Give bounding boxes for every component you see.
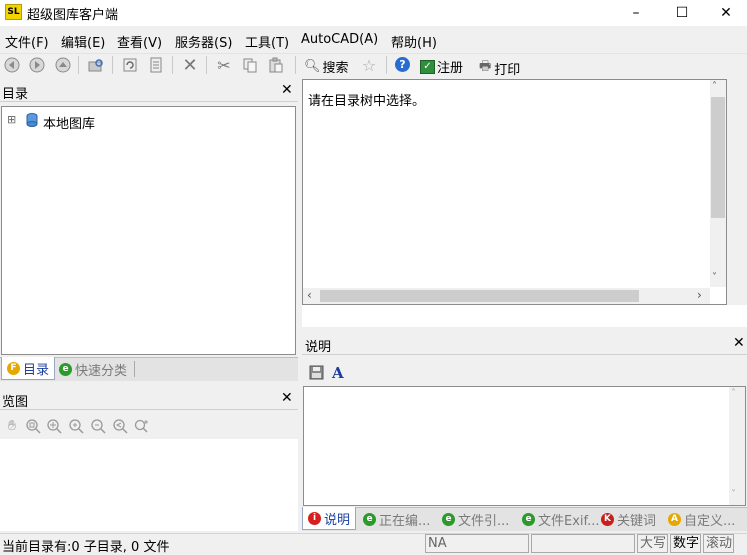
scroll-up-icon[interactable]: ˄ — [712, 81, 717, 92]
catalog-tab-icon: F — [7, 361, 20, 375]
preview-hscroll-thumb[interactable] — [320, 290, 639, 302]
minimize-button[interactable]: – — [613, 0, 659, 26]
print-label: 打印 — [494, 62, 521, 78]
status-scroll: 滚动 — [703, 534, 734, 553]
overview-canvas[interactable] — [0, 439, 298, 531]
zoom-extents-icon[interactable] — [45, 417, 63, 435]
scroll-left-icon[interactable]: ‹ — [307, 288, 312, 302]
description-vscrollbar[interactable] — [729, 387, 745, 505]
description-panel-title: 说明 — [305, 340, 332, 355]
delete-icon[interactable]: ✕ — [181, 55, 199, 76]
cut-icon[interactable]: ✂ — [215, 56, 233, 75]
preview-vscroll-thumb[interactable] — [711, 97, 725, 218]
tab-description[interactable]: i 说明 — [302, 507, 357, 530]
back-icon[interactable] — [3, 56, 21, 74]
scroll-down-icon[interactable]: ˅ — [712, 272, 717, 283]
window-title: 超级图库客户端 — [27, 8, 119, 23]
title-bar: SL 超级图库客户端 – ☐ ✕ — [0, 0, 747, 26]
status-caps: 大写 — [637, 534, 668, 553]
zoom-previous-icon[interactable] — [111, 417, 129, 435]
description-panel-header — [302, 333, 747, 355]
help-icon[interactable]: ? — [395, 57, 410, 72]
catalog-tree[interactable] — [1, 106, 296, 355]
search-icon: 🔍︎ — [304, 59, 321, 74]
favorite-icon[interactable]: ☆ — [360, 56, 378, 75]
search-button[interactable]: 🔍︎ 搜索 — [304, 57, 349, 76]
preview-pane — [302, 79, 727, 305]
status-na: NA — [425, 534, 529, 553]
menu-server[interactable]: 服务器(S) — [175, 32, 232, 51]
description-close-icon[interactable]: ✕ — [733, 335, 745, 351]
maximize-button[interactable]: ☐ — [659, 0, 705, 26]
tab-file-ref[interactable]: e 文件引... — [437, 508, 514, 530]
database-icon — [25, 112, 39, 132]
menu-view[interactable]: 查看(V) — [117, 32, 162, 51]
pan-hand-icon[interactable]: ✋︎ — [3, 417, 21, 435]
desc-scroll-down-icon[interactable]: ˅ — [731, 489, 736, 500]
app-icon: SL — [5, 4, 22, 20]
find-folder-icon[interactable] — [87, 56, 105, 74]
up-icon[interactable] — [54, 56, 72, 74]
printer-icon: 🖶︎ — [479, 59, 492, 74]
tab-catalog[interactable]: F 目录 — [1, 357, 56, 380]
desc-scroll-up-icon[interactable]: ˄ — [731, 388, 736, 399]
forward-icon[interactable] — [28, 56, 46, 74]
zoom-in-icon[interactable] — [67, 417, 85, 435]
status-num: 数字 — [670, 534, 701, 553]
tab-keywords[interactable]: K 关键词 — [596, 508, 661, 530]
quick-category-tab-icon: e — [59, 362, 72, 376]
save-icon[interactable] — [309, 365, 324, 384]
menu-file[interactable]: 文件(F) — [5, 32, 49, 51]
keyword-tab-icon: K — [601, 512, 614, 526]
tab-quick-category[interactable]: e 快速分类 — [54, 358, 132, 380]
tab-editing[interactable]: e 正在编... — [358, 508, 435, 530]
overview-close-icon[interactable]: ✕ — [281, 390, 293, 406]
tree-item-local-library[interactable]: 本地图库 — [43, 113, 95, 132]
overview-panel-title: 览图 — [2, 395, 29, 410]
menu-autocad[interactable]: AutoCAD(A) — [301, 32, 378, 47]
close-button[interactable]: ✕ — [703, 0, 747, 26]
description-toolbar — [302, 361, 747, 386]
overview-panel-header — [0, 388, 298, 410]
tree-expander-icon[interactable]: ⊞ — [7, 113, 16, 126]
custom-tab-icon: A — [668, 512, 681, 526]
catalog-panel-title: 目录 — [2, 87, 29, 102]
register-label: 注册 — [437, 61, 464, 76]
register-button[interactable]: ✓ 注册 — [420, 57, 463, 76]
font-icon[interactable]: A — [332, 364, 344, 382]
editing-tab-icon: e — [363, 512, 376, 526]
description-text-area[interactable] — [303, 386, 746, 506]
file-ref-tab-icon: e — [442, 512, 455, 526]
status-empty — [531, 534, 635, 553]
print-button[interactable]: 🖶︎ 打印 — [479, 57, 520, 79]
zoom-window-icon[interactable] — [24, 417, 42, 435]
zoom-realtime-icon[interactable] — [133, 417, 151, 435]
copy-icon[interactable] — [241, 56, 259, 74]
search-label: 搜索 — [322, 61, 349, 76]
menu-help[interactable]: 帮助(H) — [391, 32, 437, 51]
exif-tab-icon: e — [522, 512, 535, 526]
properties-icon[interactable] — [147, 56, 165, 74]
register-icon: ✓ — [420, 59, 435, 74]
menu-edit[interactable]: 编辑(E) — [61, 32, 105, 51]
tab-custom[interactable]: A 自定义... — [663, 508, 740, 530]
scroll-right-icon[interactable]: › — [697, 288, 702, 302]
refresh-icon[interactable] — [121, 56, 139, 74]
menu-tools[interactable]: 工具(T) — [245, 32, 289, 51]
tab-file-exif[interactable]: e 文件Exif... — [517, 508, 605, 530]
catalog-panel-header — [0, 80, 298, 102]
info-tab-icon: i — [308, 511, 321, 525]
catalog-close-icon[interactable]: ✕ — [281, 82, 293, 98]
preview-message: 请在目录树中选择。 — [308, 94, 426, 109]
paste-icon[interactable] — [267, 56, 285, 74]
status-text: 当前目录有:0 子目录, 0 文件 — [2, 540, 170, 555]
zoom-out-icon[interactable] — [89, 417, 107, 435]
